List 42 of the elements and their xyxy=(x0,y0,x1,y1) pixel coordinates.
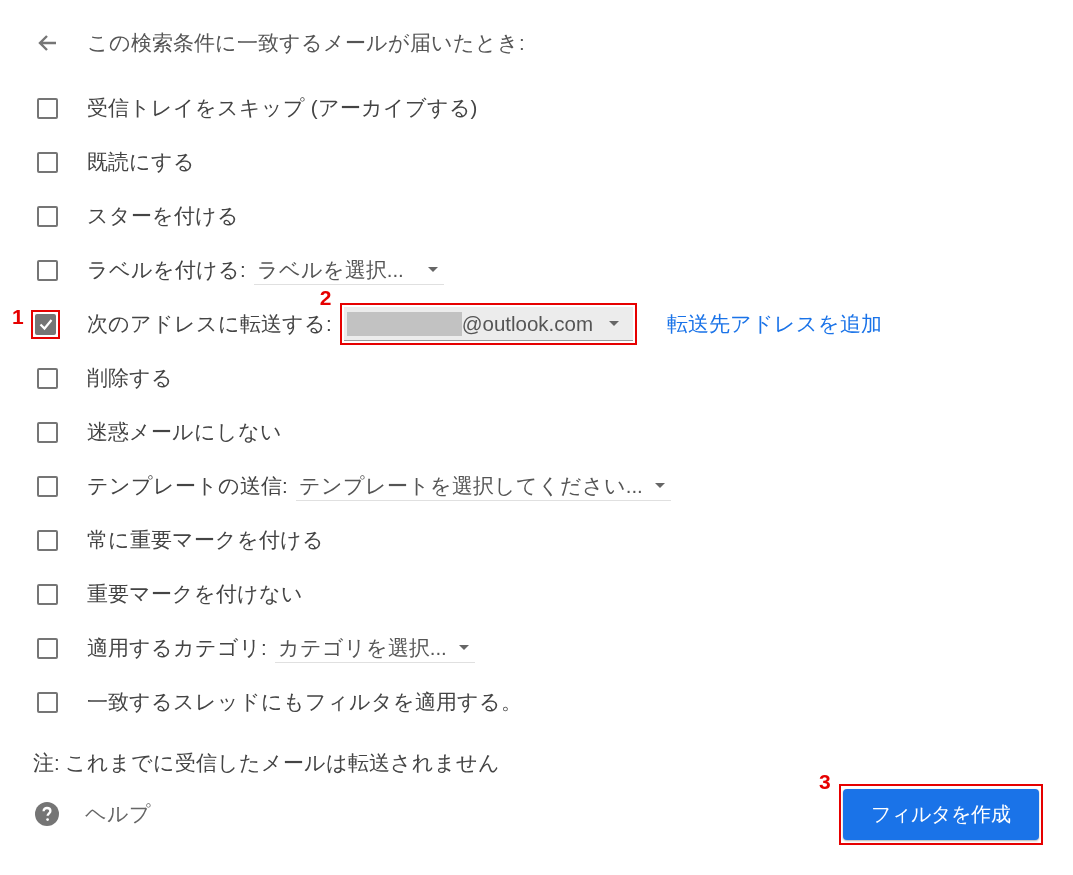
help-link[interactable]: ヘルプ xyxy=(85,800,151,828)
create-filter-button[interactable]: フィルタを作成 xyxy=(843,788,1039,840)
callout-number: 3 xyxy=(819,770,831,792)
action-label: 受信トレイをスキップ (アーカイブする) xyxy=(87,95,478,121)
checkbox[interactable] xyxy=(37,421,58,443)
action-label: 常に重要マークを付ける xyxy=(87,527,324,553)
select-dropdown[interactable]: ラベルを選択... xyxy=(253,255,444,285)
action-label: 適用するカテゴリ: xyxy=(87,635,267,661)
action-label: スターを付ける xyxy=(87,203,239,229)
caret-icon xyxy=(427,267,438,272)
checkmark-icon xyxy=(38,317,53,331)
checkbox[interactable] xyxy=(37,259,58,281)
add-forwarding-address-link[interactable]: 転送先アドレスを追加 xyxy=(667,310,883,338)
checkbox[interactable] xyxy=(37,637,58,659)
select-dropdown[interactable]: @outlook.com xyxy=(343,307,634,341)
help-icon[interactable] xyxy=(35,802,59,826)
checkbox[interactable] xyxy=(37,151,58,173)
callout-number: 1 xyxy=(12,305,24,327)
action-label: 既読にする xyxy=(87,149,195,175)
checkbox[interactable] xyxy=(37,367,58,389)
select-dropdown[interactable]: テンプレートを選択してください... xyxy=(295,471,671,501)
checkbox[interactable] xyxy=(37,583,58,605)
action-label: 迷惑メールにしない xyxy=(87,419,282,445)
criteria-heading: この検索条件に一致するメールが届いたとき: xyxy=(87,30,525,56)
checkbox[interactable] xyxy=(37,529,58,551)
back-arrow-icon[interactable] xyxy=(37,33,57,53)
action-label: 次のアドレスに転送する: xyxy=(87,311,332,337)
checkbox[interactable] xyxy=(37,97,58,119)
caret-icon xyxy=(654,483,665,488)
action-label: 重要マークを付けない xyxy=(87,581,303,607)
action-label: 削除する xyxy=(87,365,173,391)
checkbox[interactable] xyxy=(37,691,58,713)
callout-number: 2 xyxy=(319,287,332,308)
checkbox[interactable] xyxy=(37,475,58,497)
select-dropdown[interactable]: カテゴリを選択... xyxy=(274,633,475,663)
note-text: 注: これまでに受信したメールは転送されません xyxy=(33,750,501,776)
action-label: 一致するスレッドにもフィルタを適用する。 xyxy=(87,689,522,715)
caret-icon xyxy=(609,321,620,326)
action-label: ラベルを付ける: xyxy=(87,257,246,283)
checkbox[interactable] xyxy=(37,205,58,227)
caret-icon xyxy=(458,645,469,650)
action-label: テンプレートの送信: xyxy=(87,473,288,499)
